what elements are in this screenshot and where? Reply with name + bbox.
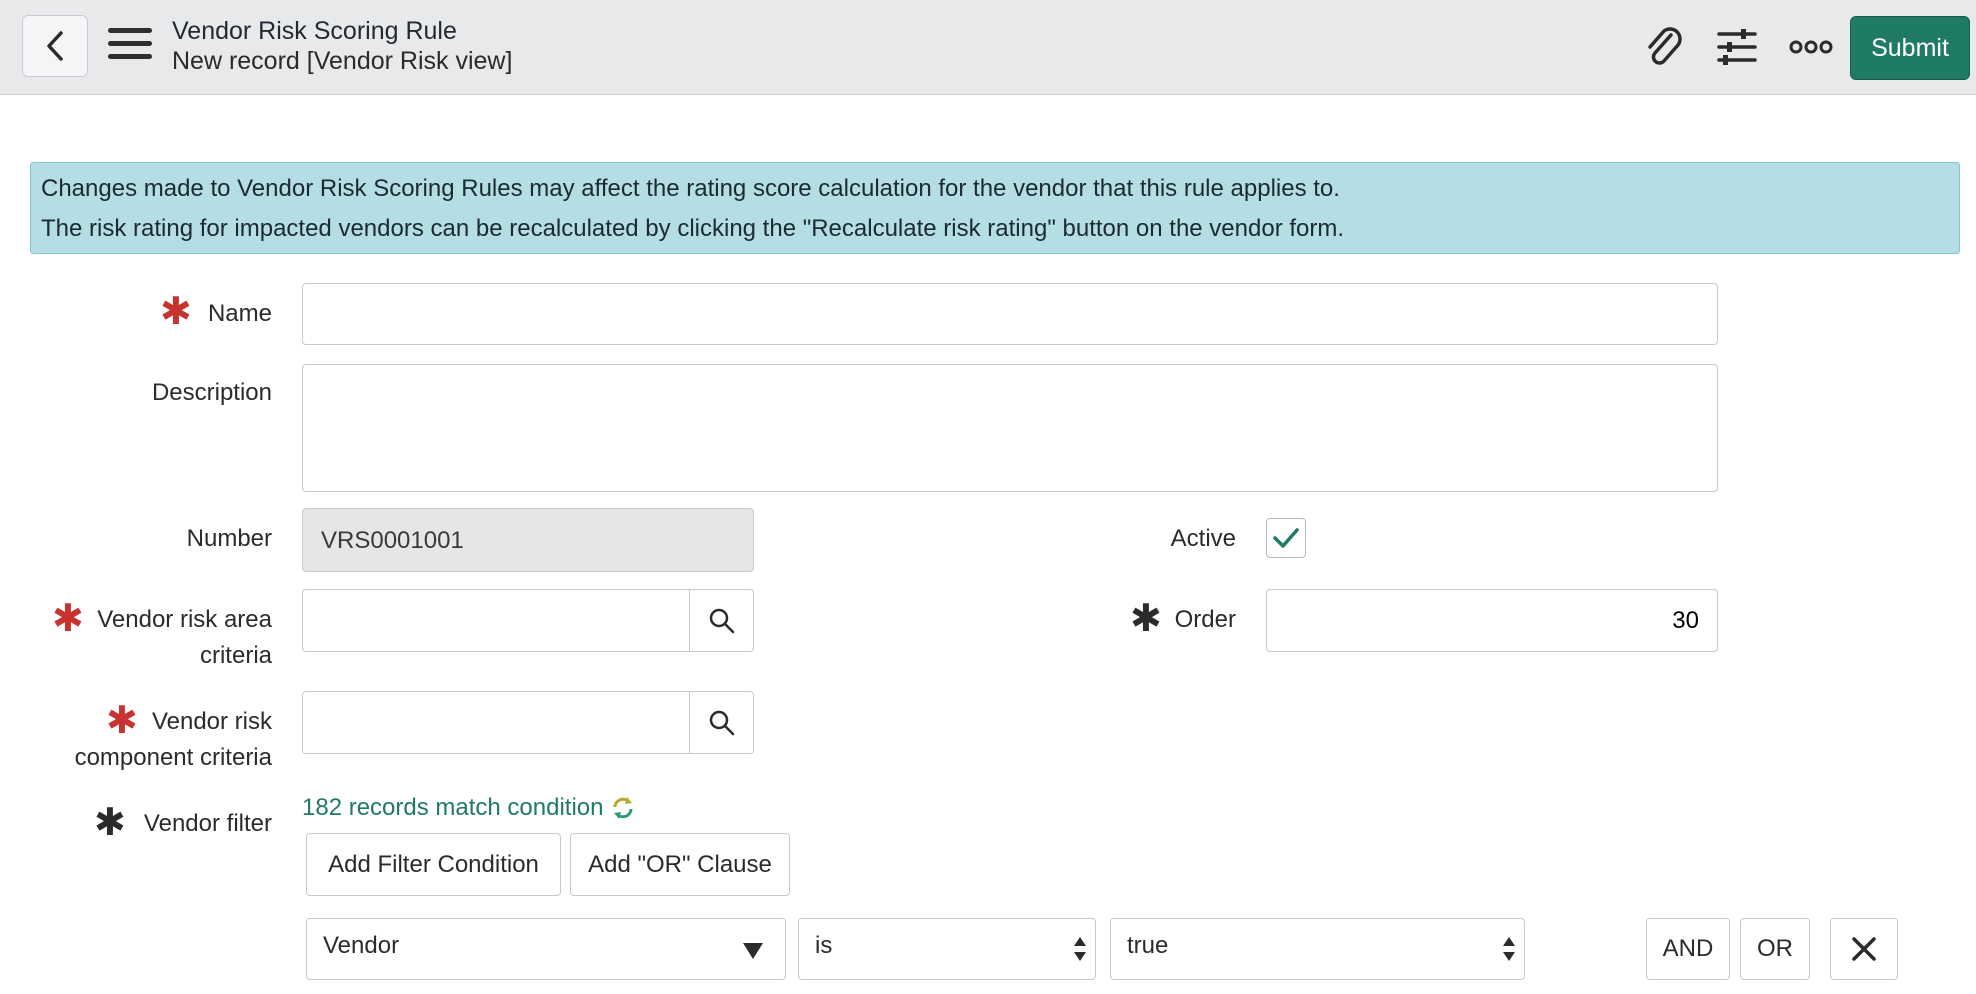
- order-field[interactable]: [1266, 589, 1718, 652]
- required-icon: ✱: [94, 802, 126, 844]
- risk-component-lookup-button[interactable]: [689, 691, 754, 754]
- page-subtitle: New record [Vendor Risk view]: [172, 47, 513, 75]
- number-value: VRS0001001: [321, 527, 464, 554]
- risk-component-field[interactable]: [302, 691, 690, 754]
- active-checkbox[interactable]: [1266, 518, 1306, 558]
- records-match-text: 182 records match condition: [302, 794, 604, 821]
- number-field: VRS0001001: [302, 508, 754, 572]
- menu-icon[interactable]: [108, 28, 152, 64]
- title-block: Vendor Risk Scoring Rule New record [Ven…: [172, 16, 512, 76]
- check-icon: [1273, 528, 1299, 548]
- required-icon: ✱: [1130, 598, 1162, 640]
- search-icon: [709, 710, 734, 735]
- condition-field-value: Vendor: [323, 932, 400, 959]
- submit-button[interactable]: Submit: [1850, 16, 1970, 80]
- info-banner: Changes made to Vendor Risk Scoring Rule…: [30, 162, 1960, 254]
- back-icon: [47, 31, 63, 61]
- paperclip-icon[interactable]: [1638, 22, 1688, 72]
- description-label: Description: [151, 379, 272, 406]
- close-icon: [1852, 937, 1876, 961]
- name-label: Name: [207, 300, 272, 327]
- required-icon: ✱: [160, 291, 192, 333]
- back-button[interactable]: [22, 15, 88, 77]
- add-or-clause-button[interactable]: Add "OR" Clause: [570, 833, 790, 896]
- condition-value-value: true: [1127, 932, 1169, 959]
- condition-operator-value: is: [815, 932, 833, 959]
- page-title: Vendor Risk Scoring Rule: [172, 17, 457, 45]
- risk-area-lookup-button[interactable]: [689, 589, 754, 652]
- and-button[interactable]: AND: [1646, 918, 1730, 980]
- risk-component-label: Vendor risk component criteria: [74, 708, 272, 771]
- add-filter-condition-button[interactable]: Add Filter Condition: [306, 833, 561, 896]
- condition-operator-select[interactable]: is: [798, 918, 1096, 980]
- description-field[interactable]: [302, 364, 1718, 492]
- name-field[interactable]: [302, 283, 1718, 345]
- number-label: Number: [186, 525, 272, 552]
- risk-area-field[interactable]: [302, 589, 690, 652]
- info-line-2: The risk rating for impacted vendors can…: [41, 215, 1345, 242]
- or-button[interactable]: OR: [1740, 918, 1810, 980]
- refresh-icon[interactable]: [610, 795, 636, 821]
- active-label: Active: [1170, 525, 1236, 552]
- order-label: Order: [1174, 606, 1236, 633]
- records-match-link[interactable]: 182 records match condition: [302, 794, 636, 822]
- condition-value-select[interactable]: true: [1110, 918, 1525, 980]
- info-line-1: Changes made to Vendor Risk Scoring Rule…: [41, 175, 1340, 202]
- settings-sliders-icon[interactable]: [1712, 22, 1762, 72]
- search-icon: [709, 608, 734, 633]
- caret-down-icon: [743, 943, 763, 959]
- remove-condition-button[interactable]: [1830, 918, 1898, 980]
- condition-field-select[interactable]: Vendor: [306, 918, 786, 980]
- updown-arrows-icon: [1074, 937, 1086, 961]
- more-icon[interactable]: [1786, 22, 1836, 72]
- form-header: Vendor Risk Scoring Rule New record [Ven…: [0, 0, 1976, 95]
- updown-arrows-icon: [1503, 937, 1515, 961]
- risk-area-label: Vendor risk area criteria: [97, 606, 272, 669]
- vendor-filter-label: Vendor filter: [143, 810, 272, 837]
- required-icon: ✱: [52, 598, 84, 640]
